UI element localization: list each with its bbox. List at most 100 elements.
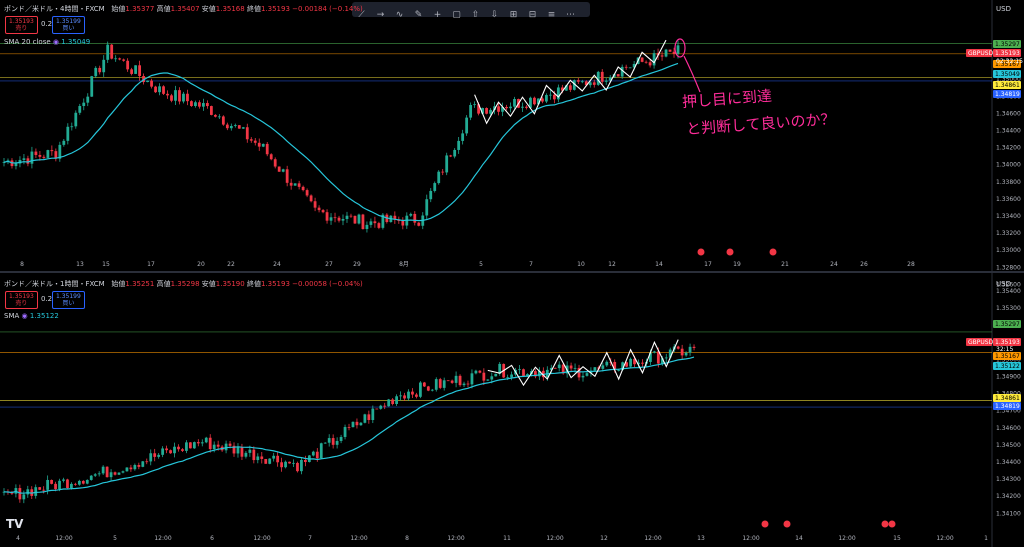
top-candle: [178, 90, 181, 102]
top-candle: [297, 183, 301, 187]
top-candle: [541, 98, 544, 102]
bottom-candle: [573, 367, 577, 369]
bottom-candle: [367, 414, 371, 421]
path-tool-icon[interactable]: ∿: [390, 8, 409, 23]
bottom-candle: [339, 436, 343, 441]
top-buy-button[interactable]: 1.35199 買い: [52, 16, 85, 34]
bottom-sma-legend: SMA ◉ 1.35122: [4, 312, 59, 320]
bottom-candle: [359, 422, 363, 426]
measure-icon[interactable]: ⊟: [523, 8, 542, 23]
top-candle: [369, 221, 373, 225]
economic-event-icon: [769, 248, 777, 256]
top-candle: [94, 67, 98, 77]
top-candle: [309, 195, 313, 202]
bottom-candle: [383, 405, 387, 407]
bottom-candle: [581, 375, 585, 378]
bottom-high-label: 高値: [156, 280, 171, 288]
economic-event-icon: [697, 248, 705, 256]
bottom-candle: [629, 358, 632, 367]
bottom-candle: [54, 483, 57, 490]
top-time-tick: 15: [102, 261, 110, 268]
drawing-toolbar[interactable]: ⟋ → ∿ ✎ + ▢ ⇧ ⇩ ⊞ ⊟ ≡ ⋯: [352, 2, 590, 20]
bottom-candle: [347, 427, 351, 428]
bottom-candle: [407, 391, 410, 399]
top-sma-legend: SMA 20 close ◉ 1.35049: [4, 38, 91, 46]
top-candle: [241, 127, 245, 129]
top-candle: [664, 49, 668, 57]
top-candle: [229, 125, 233, 129]
top-candle: [373, 221, 377, 224]
settings-icon[interactable]: ≡: [542, 8, 561, 23]
bottom-candle: [73, 483, 77, 485]
top-time-tick: 13: [76, 261, 84, 268]
bottom-price-tag: 1.34861: [995, 395, 1020, 402]
bottom-candle: [319, 443, 323, 459]
bottom-time-tick: 14: [795, 535, 803, 542]
top-candle: [305, 190, 309, 196]
bottom-candle: [411, 391, 414, 395]
bottom-countdown: 32:15: [996, 346, 1013, 353]
bottom-candle: [280, 462, 283, 468]
top-candle: [461, 133, 465, 141]
top-time-tick: 29: [353, 261, 361, 268]
top-candle: [122, 59, 126, 61]
bottom-sell-button[interactable]: 1.35193 売り: [5, 291, 38, 309]
top-candle: [26, 158, 30, 164]
top-candle: [285, 169, 289, 183]
bottom-candle: [466, 383, 470, 385]
bottom-candle: [129, 467, 133, 470]
up-arrow-icon[interactable]: ⇧: [466, 8, 485, 23]
top-candle: [628, 67, 632, 69]
bottom-candle: [268, 458, 272, 464]
arrow-tool-icon[interactable]: →: [371, 8, 390, 23]
top-candle: [277, 166, 281, 172]
bottom-candle: [641, 362, 644, 364]
top-candle: [233, 125, 237, 126]
top-candle: [345, 215, 349, 220]
top-candle: [341, 219, 345, 221]
bottom-candle: [395, 396, 398, 404]
top-candle: [202, 103, 205, 107]
bottom-candle: [169, 450, 172, 454]
top-candle: [22, 158, 26, 160]
top-candle: [14, 163, 18, 167]
top-sell-button[interactable]: 1.35193 売り: [5, 16, 38, 34]
top-candle: [126, 60, 130, 70]
top-candle: [198, 102, 201, 107]
bottom-candle: [553, 367, 557, 369]
price-range-icon[interactable]: ⊞: [504, 8, 523, 23]
bottom-candle: [161, 448, 165, 455]
top-candle: [409, 213, 413, 216]
bottom-buy-button[interactable]: 1.35199 買い: [52, 291, 85, 309]
top-candle: [182, 93, 185, 102]
pen-tool-icon[interactable]: ✎: [409, 8, 428, 23]
bottom-candle: [145, 461, 149, 463]
bottom-candle: [482, 372, 486, 381]
bottom-price-tick: 1.34500: [996, 442, 1021, 449]
bottom-high-value: 1.35298: [170, 280, 200, 288]
top-candle: [485, 108, 488, 114]
bottom-candle: [177, 446, 180, 450]
top-candle: [425, 199, 429, 216]
top-price-tag: 1.34819: [995, 91, 1020, 98]
rect-tool-icon[interactable]: ▢: [447, 8, 466, 23]
top-candle: [652, 53, 656, 66]
bottom-candle: [296, 462, 299, 472]
top-candle: [42, 156, 46, 158]
top-candle: [433, 183, 437, 191]
top-candle: [349, 215, 353, 217]
bottom-candle: [474, 370, 478, 374]
bottom-symbol-tag: GBPUSD: [968, 339, 994, 346]
down-arrow-icon[interactable]: ⇩: [485, 8, 504, 23]
top-candle: [158, 86, 161, 93]
bottom-candle: [585, 373, 589, 376]
top-candle: [50, 150, 54, 152]
top-low-label: 安値: [201, 5, 216, 13]
bottom-candle: [109, 472, 113, 478]
bottom-open-label: 始値: [111, 280, 126, 288]
bottom-candle: [323, 442, 327, 444]
crosshair-icon[interactable]: +: [428, 8, 447, 23]
bottom-candle: [260, 456, 264, 459]
more-icon[interactable]: ⋯: [561, 8, 580, 23]
bottom-price-tag: 1.35193: [995, 339, 1020, 346]
